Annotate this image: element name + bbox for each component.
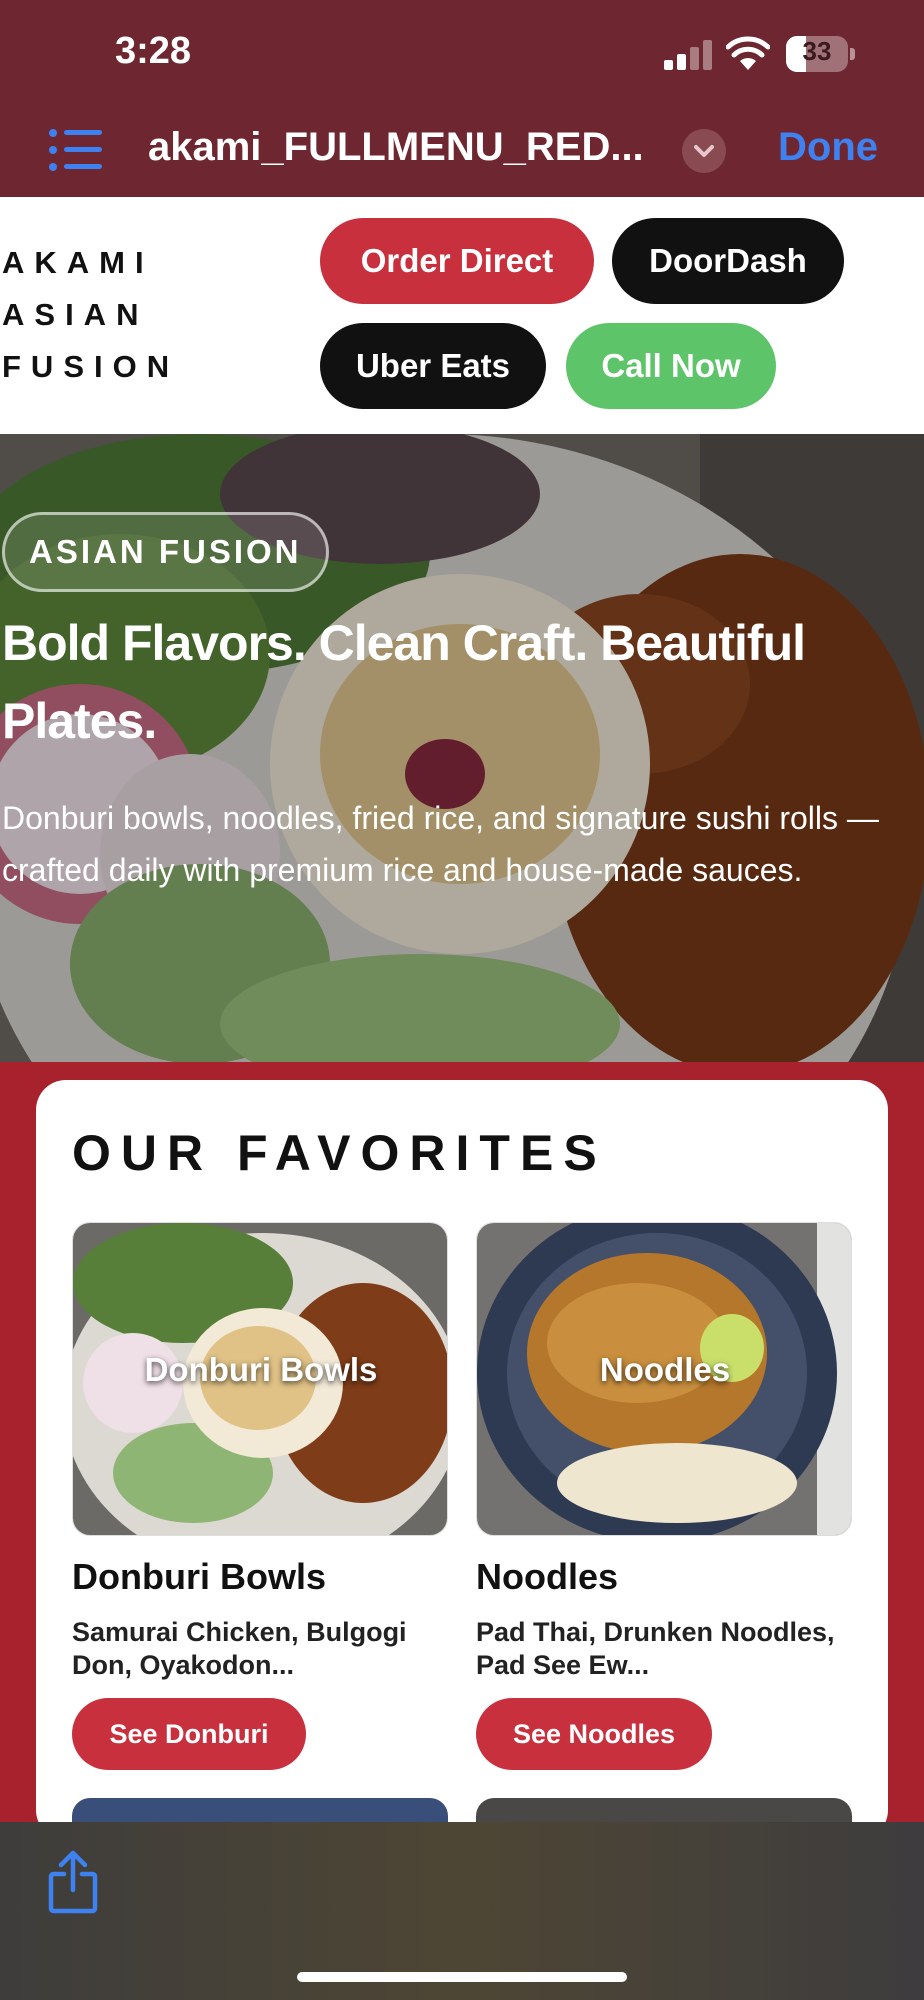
done-button[interactable]: Done — [778, 125, 878, 170]
hero-section: ASIAN FUSION Bold Flavors. Clean Craft. … — [0, 434, 924, 1062]
donburi-overlay-label: Donburi Bowls — [144, 1351, 378, 1388]
noodles-title: Noodles — [476, 1556, 619, 1597]
donburi-title: Donburi Bowls — [72, 1556, 326, 1597]
share-icon[interactable] — [48, 1850, 98, 1914]
list-icon[interactable] — [48, 127, 104, 173]
document-title[interactable]: akami_FULLMENU_RED... — [148, 125, 668, 170]
donburi-image[interactable]: Donburi Bowls — [72, 1222, 448, 1536]
noodles-overlay-label: Noodles — [599, 1351, 731, 1388]
noodles-description: Pad Thai, Drunken Noodles, Pad See Ew... — [476, 1617, 835, 1680]
favorites-heading: OUR FAVORITES — [72, 1125, 607, 1181]
logo-line[interactable]: ASIAN — [2, 297, 148, 333]
bottom-toolbar — [0, 1822, 924, 2000]
document-nav-bar: akami_FULLMENU_RED... Done — [0, 105, 924, 197]
call-now-button[interactable]: Call Now — [566, 323, 776, 409]
site-header: AKAMI ASIAN FUSION Order Direct DoorDash… — [0, 197, 924, 434]
home-indicator — [297, 1972, 627, 1982]
uber-eats-button[interactable]: Uber Eats — [320, 323, 546, 409]
logo-line[interactable]: FUSION — [2, 349, 179, 385]
battery-percentage: 33 — [802, 36, 832, 66]
cellular-signal-icon — [664, 40, 712, 70]
status-time: 3:28 — [115, 30, 192, 72]
hero-description: Donburi bowls, noodles, fried rice, and … — [2, 800, 879, 888]
order-direct-button[interactable]: Order Direct — [320, 218, 594, 304]
see-noodles-button[interactable]: See Noodles — [476, 1698, 712, 1770]
title-menu-button[interactable] — [682, 129, 726, 173]
battery-icon: 33 — [786, 36, 856, 72]
noodles-image[interactable]: Noodles — [476, 1222, 852, 1536]
hero-tag: ASIAN FUSION — [2, 512, 329, 592]
logo-line[interactable]: AKAMI — [2, 245, 154, 281]
wifi-icon — [726, 36, 770, 70]
hero-title: Bold Flavors. Clean Craft. Beautiful Pla… — [2, 615, 806, 749]
donburi-description: Samurai Chicken, Bulgogi Don, Oyakodon..… — [72, 1617, 407, 1680]
status-bar: 3:28 33 — [0, 0, 924, 105]
doordash-button[interactable]: DoorDash — [612, 218, 844, 304]
chevron-down-icon — [694, 145, 714, 157]
see-donburi-button[interactable]: See Donburi — [72, 1698, 306, 1770]
